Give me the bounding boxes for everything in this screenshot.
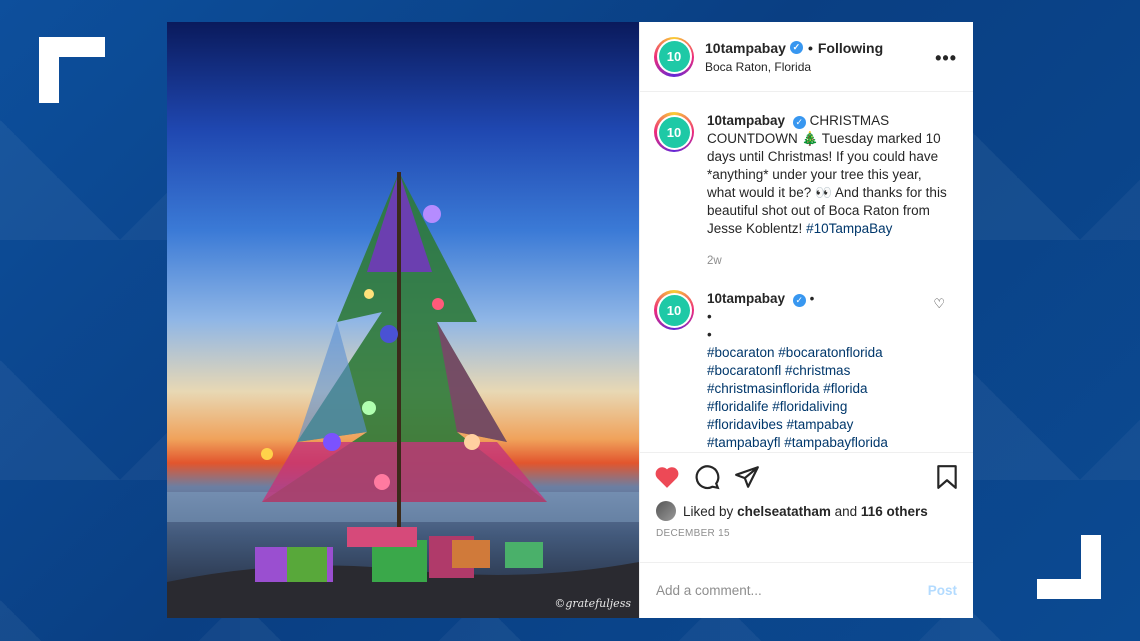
likes-joiner: and [834, 503, 858, 519]
comment-avatar[interactable]: 10 [654, 290, 694, 330]
verified-icon: ✓ [789, 41, 803, 54]
likes-others[interactable]: 116 others [861, 504, 928, 519]
liker-username[interactable]: chelseatatham [737, 504, 831, 519]
logo-corner-bottom-right [1037, 535, 1101, 599]
account-username[interactable]: 10tampabay [705, 40, 786, 56]
account-avatar[interactable]: 10 [654, 36, 694, 77]
instagram-post: ©gratefuljess 10 10tampabay ✓ • Followin… [167, 22, 973, 618]
tree-illustration [167, 84, 639, 618]
separator-dot: • [807, 39, 813, 56]
hashtag-comment: 10 10tampabay ✓ • • • #bocaraton #bocara… [654, 270, 959, 452]
share-icon[interactable] [734, 465, 760, 489]
post-sidebar: 10 10tampabay ✓ • Following Boca Raton, … [639, 22, 973, 618]
hashtag-line[interactable]: #floridalife #floridaliving [707, 398, 947, 416]
photo-watermark: ©gratefuljess [554, 597, 631, 610]
comment-input[interactable]: Add a comment... [656, 583, 928, 598]
caption-username[interactable]: 10tampabay [707, 113, 785, 128]
comment-username[interactable]: 10tampabay [707, 291, 785, 306]
moon-shape [522, 84, 551, 110]
caption-hashtag[interactable]: #10TampaBay [806, 221, 892, 236]
caption-text: CHRISTMAS COUNTDOWN 🎄 Tuesday marked 10 … [707, 113, 947, 236]
post-header: 10 10tampabay ✓ • Following Boca Raton, … [640, 22, 973, 92]
post-date[interactable]: DECEMBER 15 [640, 522, 973, 548]
hashtag-line[interactable]: #floridavibes #tampabay [707, 416, 947, 434]
hashtag-line[interactable]: #christmasinflorida #florida [707, 380, 947, 398]
hashtag-line[interactable]: #bocaratonfl #christmas [707, 362, 947, 380]
caption-comment: 10 10tampabay ✓ CHRISTMAS COUNTDOWN 🎄 Tu… [654, 92, 959, 270]
logo-corner-top-left [39, 37, 105, 103]
likes-summary: Liked by chelseatatham and 116 others [640, 500, 973, 522]
hashtag-line[interactable]: #bocaraton #bocaratonflorida [707, 344, 947, 362]
bookmark-icon[interactable] [935, 464, 959, 490]
following-button[interactable]: Following [818, 40, 883, 56]
comment-like-heart-icon[interactable]: ♡ [933, 296, 945, 312]
liker-avatar[interactable] [656, 501, 676, 521]
add-comment-bar: Add a comment... Post [640, 562, 973, 618]
comment-icon[interactable] [694, 464, 720, 490]
caption-avatar[interactable]: 10 [654, 112, 694, 152]
action-bar [640, 452, 973, 500]
heart-icon[interactable] [654, 465, 680, 489]
likes-prefix: Liked by [683, 503, 734, 519]
post-photo: ©gratefuljess [167, 22, 639, 618]
post-location[interactable]: Boca Raton, Florida [705, 60, 883, 74]
comments-section: 10 10tampabay ✓ CHRISTMAS COUNTDOWN 🎄 Tu… [640, 92, 973, 452]
comment-bullet: • [707, 309, 712, 324]
hashtag-line[interactable]: #tampabayfl #tampabayflorida [707, 434, 947, 452]
comment-bullet: • [809, 291, 815, 306]
post-comment-button[interactable]: Post [928, 583, 957, 598]
more-icon[interactable]: ••• [935, 48, 957, 69]
comment-bullet: • [707, 327, 712, 342]
caption-time[interactable]: 2w [707, 252, 947, 270]
verified-icon: ✓ [792, 115, 806, 129]
verified-icon: ✓ [792, 293, 806, 307]
